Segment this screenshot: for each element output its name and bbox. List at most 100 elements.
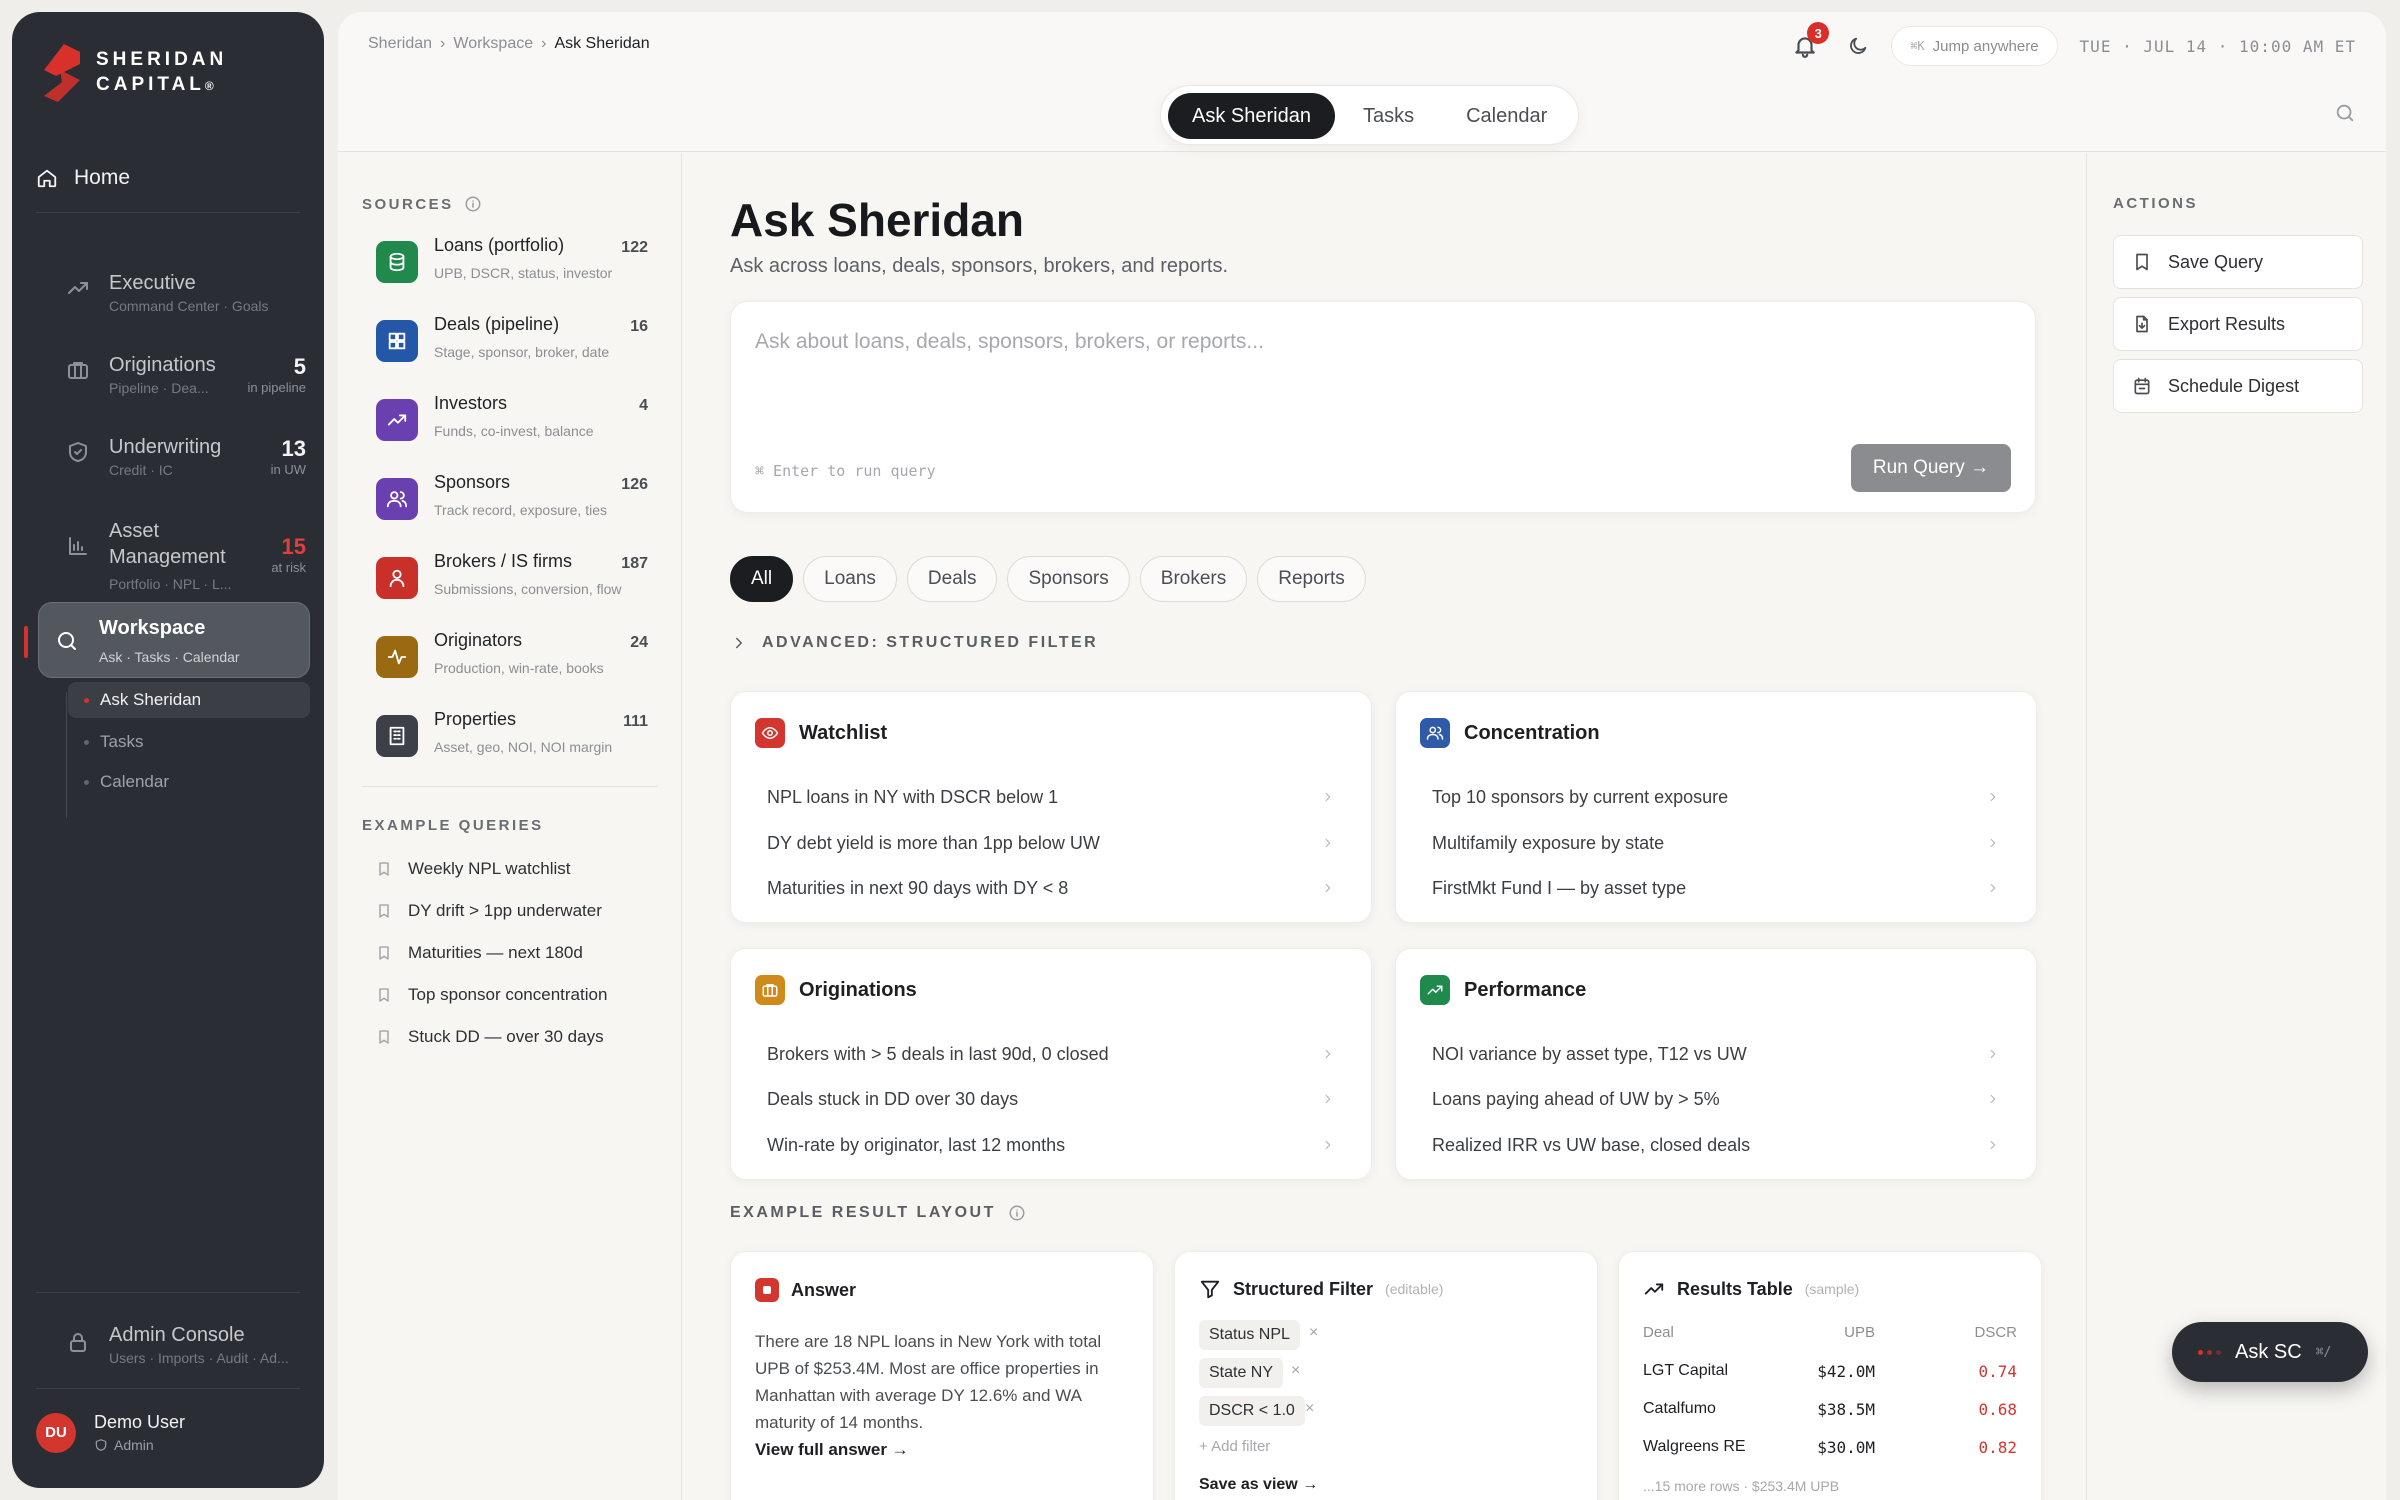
source-desc: Stage, sponsor, broker, date bbox=[434, 344, 610, 360]
theme-toggle-button[interactable] bbox=[1847, 35, 1869, 57]
topbar-tools: 3 ⌘K Jump anywhere TUE · JUL 14 · 10:00 … bbox=[1785, 22, 2356, 66]
view-full-answer-link[interactable]: View full answer → bbox=[755, 1440, 909, 1460]
save-as-view-link[interactable]: Save as view → bbox=[1199, 1476, 1318, 1494]
breadcrumb-item[interactable]: Sheridan bbox=[368, 35, 432, 53]
table-cell: 0.68 bbox=[1978, 1400, 2017, 1419]
export-results-label: Export Results bbox=[2168, 313, 2286, 334]
chip-deals[interactable]: Deals bbox=[906, 556, 998, 602]
tab-calendar[interactable]: Calendar bbox=[1442, 93, 1571, 139]
remove-filter-button[interactable]: × bbox=[1305, 1400, 1314, 1418]
example-query-item[interactable]: Maturities — next 180d bbox=[376, 943, 583, 963]
card-query-item[interactable]: Top 10 sponsors by current exposure bbox=[1432, 782, 2000, 812]
sidebar-subitem-calendar[interactable]: Calendar bbox=[68, 764, 310, 800]
info-icon[interactable] bbox=[1008, 1204, 1026, 1222]
run-query-button[interactable]: Run Query → bbox=[1851, 444, 2011, 492]
filter-tag: (editable) bbox=[1385, 1281, 1444, 1297]
result-answer-card: Answer There are 18 NPL loans in New Yor… bbox=[730, 1251, 1154, 1500]
card-query-item[interactable]: Realized IRR vs UW base, closed deals bbox=[1432, 1130, 2000, 1160]
card-query-item[interactable]: Maturities in next 90 days with DY < 8 bbox=[767, 873, 1335, 903]
card-query-item[interactable]: Win-rate by originator, last 12 months bbox=[767, 1130, 1335, 1160]
sidebar-count: 5 bbox=[293, 354, 306, 379]
source-item-loans[interactable]: Loans (portfolio) UPB, DSCR, status, inv… bbox=[376, 235, 648, 297]
remove-filter-button[interactable]: × bbox=[1291, 1362, 1300, 1380]
add-filter-button[interactable]: + Add filter bbox=[1199, 1438, 1270, 1455]
sidebar-item-underwriting[interactable]: Underwriting Credit · IC 13 in UW bbox=[36, 422, 312, 486]
advanced-filter-toggle[interactable]: ADVANCED: STRUCTURED FILTER bbox=[730, 634, 1098, 652]
chip-all[interactable]: All bbox=[730, 556, 794, 602]
chip-reports[interactable]: Reports bbox=[1257, 556, 1366, 602]
example-query-item[interactable]: Top sponsor concentration bbox=[376, 985, 607, 1005]
notifications-button[interactable]: 3 bbox=[1785, 22, 1830, 66]
sidebar-item-home[interactable]: Home bbox=[36, 166, 130, 190]
actions-panel: ACTIONS Save Query Export Results Schedu… bbox=[2086, 153, 2386, 1500]
export-results-button[interactable]: Export Results bbox=[2113, 297, 2363, 351]
sidebar-item-originations[interactable]: Originations Pipeline · Dea... 5 in pipe… bbox=[36, 340, 312, 404]
card-query-item[interactable]: Deals stuck in DD over 30 days bbox=[767, 1084, 1335, 1114]
source-item-properties[interactable]: Properties Asset, geo, NOI, NOI margin 1… bbox=[376, 709, 648, 771]
sidebar-item-asset-management[interactable]: Asset Management Portfolio · NPL · L... … bbox=[36, 504, 312, 600]
chevron-right-icon bbox=[736, 637, 742, 649]
info-icon[interactable] bbox=[464, 195, 482, 213]
card-query-item[interactable]: NPL loans in NY with DSCR below 1 bbox=[767, 782, 1335, 812]
card-query-item[interactable]: Brokers with > 5 deals in last 90d, 0 cl… bbox=[767, 1039, 1335, 1069]
query-input[interactable]: Ask about loans, deals, sponsors, broker… bbox=[755, 330, 1264, 354]
ask-sc-floating-button[interactable]: Ask SC ⌘/ bbox=[2172, 1322, 2368, 1382]
chip-sponsors[interactable]: Sponsors bbox=[1007, 556, 1130, 602]
sidebar-item-executive[interactable]: Executive Command Center · Goals bbox=[36, 258, 312, 322]
table-header-cell: DSCR bbox=[1974, 1324, 2017, 1341]
brand-logo[interactable]: SHERIDAN CAPITAL® bbox=[42, 42, 227, 104]
filter-icon bbox=[1200, 1280, 1220, 1299]
jump-anywhere-button[interactable]: ⌘K Jump anywhere bbox=[1891, 26, 2058, 66]
chip-brokers[interactable]: Brokers bbox=[1139, 556, 1248, 602]
example-query-item[interactable]: Weekly NPL watchlist bbox=[376, 859, 571, 879]
card-query-item[interactable]: Loans paying ahead of UW by > 5% bbox=[1432, 1084, 2000, 1114]
card-query-item[interactable]: DY debt yield is more than 1pp below UW bbox=[767, 828, 1335, 858]
remove-filter-button[interactable]: × bbox=[1309, 1324, 1318, 1342]
card-icon-tile bbox=[755, 975, 785, 1005]
breadcrumb-item[interactable]: Workspace bbox=[453, 35, 533, 53]
brand-line-1: SHERIDAN bbox=[96, 49, 228, 70]
sidebar-count: 13 bbox=[281, 436, 306, 461]
user-profile[interactable]: DU Demo User Admin bbox=[36, 1412, 185, 1453]
table-row[interactable]: LGT Capital $42.0M 0.74 bbox=[1643, 1362, 2017, 1381]
example-query-item[interactable]: DY drift > 1pp underwater bbox=[376, 901, 602, 921]
card-query-item[interactable]: Multifamily exposure by state bbox=[1432, 828, 2000, 858]
filter-chip[interactable]: Status NPL bbox=[1199, 1320, 1300, 1350]
table-row[interactable]: Catalfumo $38.5M 0.68 bbox=[1643, 1400, 2017, 1419]
card-query-item[interactable]: NOI variance by asset type, T12 vs UW bbox=[1432, 1039, 2000, 1069]
tab-ask-sheridan[interactable]: Ask Sheridan bbox=[1168, 93, 1335, 139]
table-row[interactable]: Walgreens RE $30.0M 0.82 bbox=[1643, 1438, 2017, 1457]
sidebar-subitem-ask-sheridan[interactable]: Ask Sheridan bbox=[68, 682, 310, 718]
filter-chip[interactable]: DSCR < 1.0 bbox=[1199, 1396, 1305, 1426]
sidebar-item-title: Workspace bbox=[99, 617, 206, 639]
breadcrumb: Sheridan › Workspace › Ask Sheridan bbox=[368, 35, 650, 53]
source-item-investors[interactable]: Investors Funds, co-invest, balance 4 bbox=[376, 393, 648, 455]
filter-chip[interactable]: State NY bbox=[1199, 1358, 1284, 1388]
active-indicator bbox=[24, 626, 28, 658]
source-desc: Submissions, conversion, flow bbox=[434, 581, 622, 597]
source-item-deals[interactable]: Deals (pipeline) Stage, sponsor, broker,… bbox=[376, 314, 648, 376]
sidebar-subitem-tasks[interactable]: Tasks bbox=[68, 724, 310, 760]
sidebar-item-workspace[interactable]: Workspace Ask · Tasks · Calendar bbox=[38, 602, 310, 678]
example-query-item[interactable]: Stuck DD — over 30 days bbox=[376, 1027, 604, 1047]
chip-loans[interactable]: Loans bbox=[803, 556, 897, 602]
card-query-item[interactable]: FirstMkt Fund I — by asset type bbox=[1432, 873, 2000, 903]
sidebar-item-admin-console[interactable]: Admin Console Users · Imports · Audit · … bbox=[36, 1312, 312, 1376]
source-item-brokers[interactable]: Brokers / IS firms Submissions, conversi… bbox=[376, 551, 648, 613]
bookmark-icon bbox=[379, 988, 389, 1002]
search-icon bbox=[58, 632, 76, 650]
source-item-sponsors[interactable]: Sponsors Track record, exposure, ties 12… bbox=[376, 472, 648, 534]
search-button[interactable] bbox=[2334, 102, 2356, 124]
card-query-label: Top 10 sponsors by current exposure bbox=[1432, 786, 1729, 807]
filter-title: Structured Filter bbox=[1233, 1278, 1374, 1299]
query-box[interactable]: Ask about loans, deals, sponsors, broker… bbox=[730, 301, 2036, 513]
card-query-label: Win-rate by originator, last 12 months bbox=[767, 1134, 1066, 1155]
view-tabs: Ask Sheridan Tasks Calendar bbox=[1160, 85, 1580, 145]
sidebar-item-title: Asset Management bbox=[109, 520, 226, 568]
save-query-button[interactable]: Save Query bbox=[2113, 235, 2363, 289]
source-item-originators[interactable]: Originators Production, win-rate, books … bbox=[376, 630, 648, 692]
tab-tasks[interactable]: Tasks bbox=[1339, 93, 1438, 139]
card-query-label: NPL loans in NY with DSCR below 1 bbox=[767, 786, 1059, 807]
table-cell: $30.0M bbox=[1817, 1438, 1875, 1457]
schedule-digest-button[interactable]: Schedule Digest bbox=[2113, 359, 2363, 413]
